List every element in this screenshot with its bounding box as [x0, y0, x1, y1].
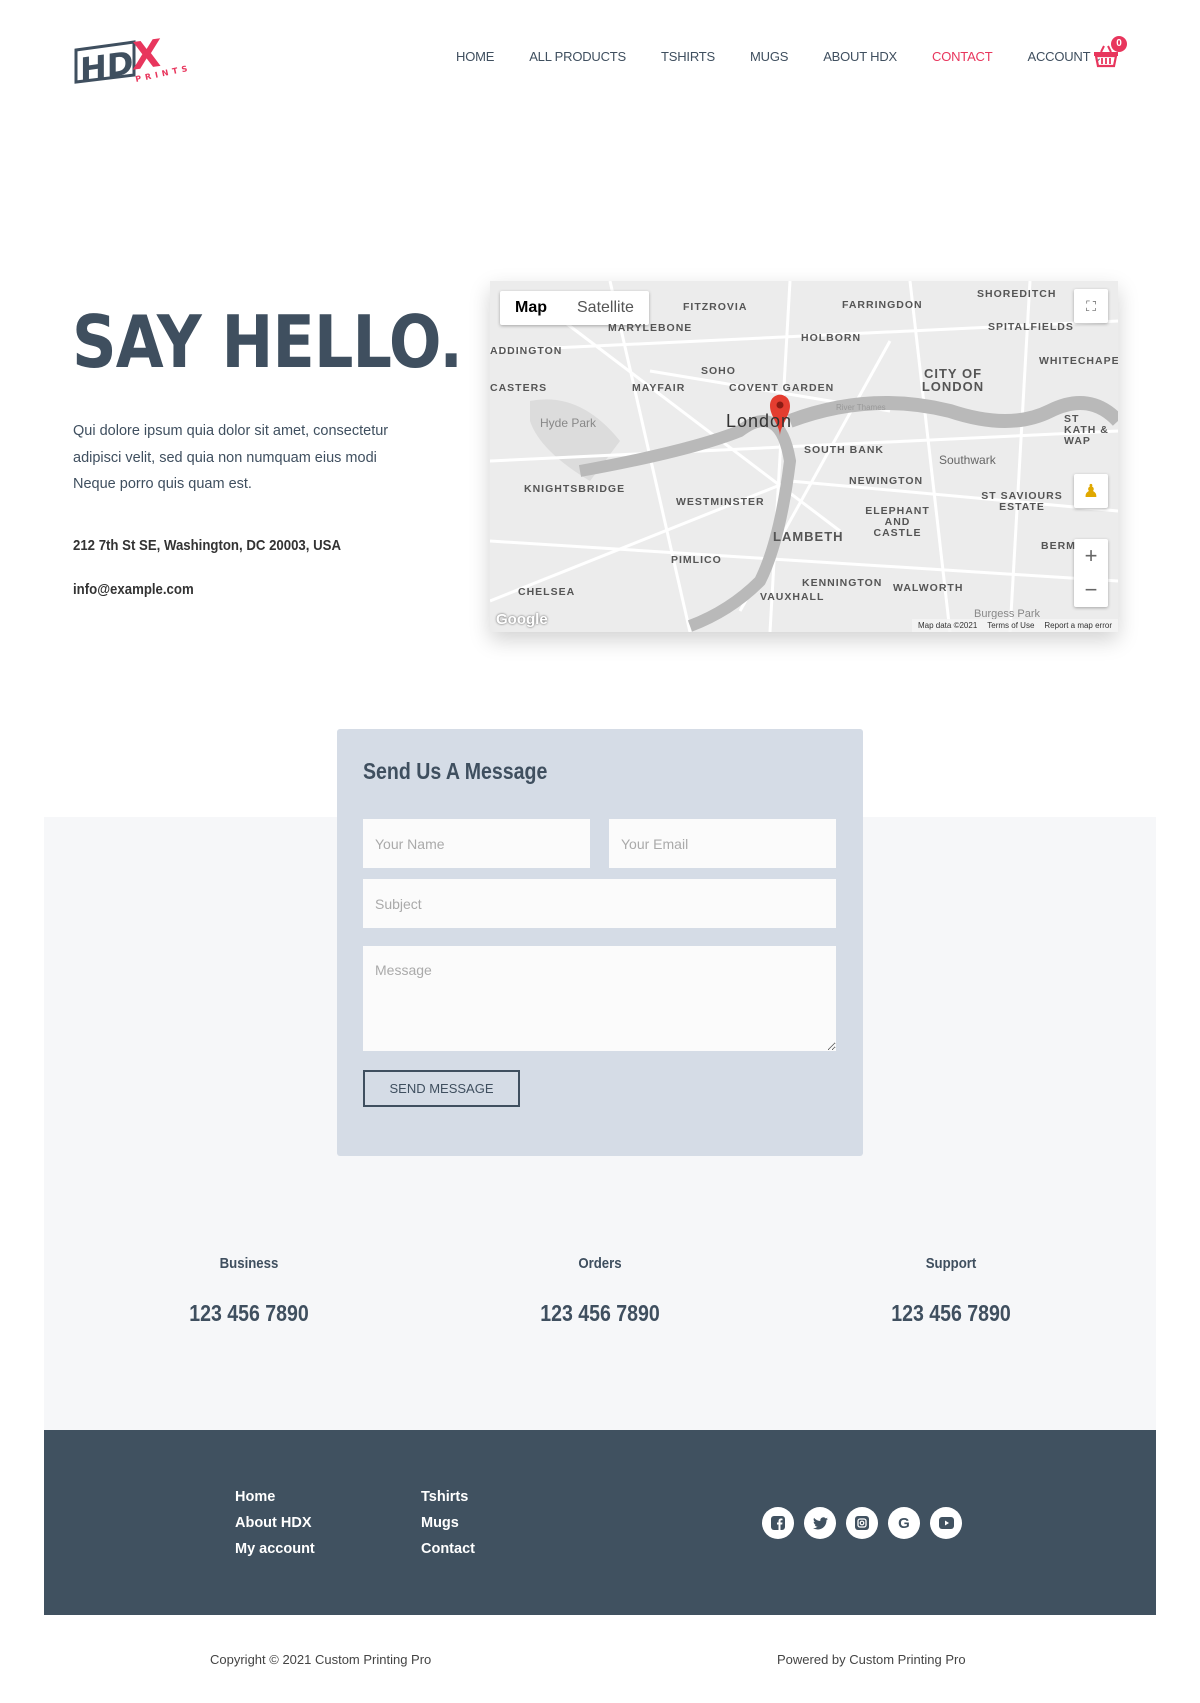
map-label: CHELSEA — [518, 586, 576, 598]
map-label: ST SAVIOURS ESTATE — [981, 490, 1063, 513]
cart-count-badge: 0 — [1111, 36, 1127, 52]
contact-phone-support[interactable]: 123 456 7890 — [849, 1300, 1053, 1327]
map-label: WESTMINSTER — [676, 496, 765, 508]
map-label: SPITALFIELDS — [988, 321, 1074, 333]
email-input[interactable] — [609, 819, 836, 868]
map-label: PIMLICO — [671, 554, 722, 566]
nav-mugs[interactable]: MUGS — [750, 49, 788, 64]
hdx-prints-logo[interactable]: HD X PRINTS — [74, 30, 199, 85]
footer-link-home[interactable]: Home — [235, 1489, 275, 1505]
page-title: SAY HELLO. — [72, 300, 463, 384]
nav-about[interactable]: ABOUT HDX — [823, 49, 897, 64]
contact-label-orders: Orders — [578, 1255, 622, 1272]
map-label: COVENT GARDEN — [729, 382, 835, 394]
map-label: FARRINGDON — [842, 299, 923, 311]
map-label: River Thames — [836, 403, 886, 412]
footer-link-tshirts[interactable]: Tshirts — [421, 1489, 468, 1505]
map-type-tabs: Map Satellite — [500, 291, 649, 325]
footer-link-about[interactable]: About HDX — [235, 1515, 312, 1531]
map-label: CITY OF LONDON — [921, 366, 985, 394]
footer-link-contact[interactable]: Contact — [421, 1541, 475, 1557]
footer — [44, 1430, 1156, 1615]
subject-input[interactable] — [363, 879, 836, 928]
map-label: BERM — [1041, 540, 1076, 552]
contact-label-business: Business — [219, 1255, 279, 1272]
zoom-controls: + − — [1074, 539, 1108, 607]
map-label: MAYFAIR — [632, 382, 686, 394]
terms-link[interactable]: Terms of Use — [987, 621, 1034, 630]
map-label: ST KATH & WAP — [1064, 413, 1109, 447]
nav-all-products[interactable]: ALL PRODUCTS — [529, 49, 626, 64]
nav-account[interactable]: ACCOUNT ⌄ — [1027, 49, 1101, 64]
contact-phone-orders[interactable]: 123 456 7890 — [498, 1300, 702, 1327]
nav-tshirts[interactable]: TSHIRTS — [661, 49, 715, 64]
google-icon[interactable]: G — [888, 1507, 920, 1539]
map-label: LAMBETH — [773, 529, 844, 544]
map-label: KNIGHTSBRIDGE — [524, 483, 626, 495]
map-label: CASTERS — [490, 382, 548, 394]
map-tab-satellite[interactable]: Satellite — [562, 291, 649, 325]
youtube-icon[interactable] — [930, 1507, 962, 1539]
message-textarea[interactable] — [363, 946, 836, 1051]
map-label: KENNINGTON — [802, 577, 883, 589]
main-nav: HOME ALL PRODUCTS TSHIRTS MUGS ABOUT HDX… — [456, 49, 1102, 64]
map-attribution: Map data ©2021 Terms of Use Report a map… — [912, 619, 1118, 632]
map-label: SOHO — [701, 365, 736, 377]
footer-link-account[interactable]: My account — [235, 1541, 315, 1557]
contact-label-support: Support — [925, 1255, 977, 1272]
google-map[interactable]: Map Satellite ⛶ ♟ + − FITZROVIA FARRINGD… — [490, 281, 1118, 632]
pegman-icon[interactable]: ♟ — [1074, 474, 1108, 508]
twitter-icon[interactable] — [804, 1507, 836, 1539]
map-label: MARYLEBONE — [608, 322, 693, 334]
address: 212 7th St SE, Washington, DC 20003, USA — [73, 537, 341, 554]
map-label: Hyde Park — [540, 416, 597, 430]
map-label: SOUTH BANK — [804, 444, 884, 456]
zoom-out-button[interactable]: − — [1074, 573, 1108, 607]
intro-paragraph: Qui dolore ipsum quia dolor sit amet, co… — [73, 423, 389, 492]
contact-phone-business[interactable]: 123 456 7890 — [147, 1300, 351, 1327]
instagram-icon[interactable] — [846, 1507, 878, 1539]
name-input[interactable] — [363, 819, 590, 868]
map-label: ELEPHANT AND CASTLE — [865, 505, 930, 539]
map-tab-map[interactable]: Map — [500, 291, 562, 325]
powered-by: Powered by Custom Printing Pro — [777, 1652, 966, 1667]
nav-contact[interactable]: CONTACT — [932, 49, 993, 64]
map-label: ADDINGTON — [490, 345, 563, 357]
map-label: HOLBORN — [801, 332, 862, 344]
footer-link-mugs[interactable]: Mugs — [421, 1515, 459, 1531]
map-label: SHOREDITCH — [977, 288, 1057, 300]
nav-account-label: ACCOUNT — [1027, 49, 1091, 64]
map-label: WHITECHAPEL — [1039, 355, 1118, 367]
nav-home[interactable]: HOME — [456, 49, 494, 64]
map-label: Southwark — [939, 453, 996, 467]
map-label: WALWORTH — [893, 582, 964, 594]
zoom-in-button[interactable]: + — [1074, 539, 1108, 573]
map-label: London — [726, 411, 793, 431]
svg-text:HD: HD — [80, 44, 133, 85]
map-label: NEWINGTON — [849, 475, 924, 487]
send-message-button[interactable]: SEND MESSAGE — [363, 1070, 520, 1107]
map-label: FITZROVIA — [683, 301, 748, 313]
facebook-icon[interactable] — [762, 1507, 794, 1539]
form-title: Send Us A Message — [363, 758, 548, 784]
social-links: G — [762, 1507, 962, 1539]
map-label: VAUXHALL — [760, 591, 825, 603]
copyright: Copyright © 2021 Custom Printing Pro — [210, 1652, 432, 1667]
map-data-credit: Map data ©2021 — [918, 621, 978, 630]
email-link[interactable]: info@example.com — [73, 581, 194, 598]
report-error-link[interactable]: Report a map error — [1044, 621, 1112, 630]
google-logo[interactable]: Google — [496, 611, 548, 628]
fullscreen-icon[interactable]: ⛶ — [1074, 289, 1108, 323]
